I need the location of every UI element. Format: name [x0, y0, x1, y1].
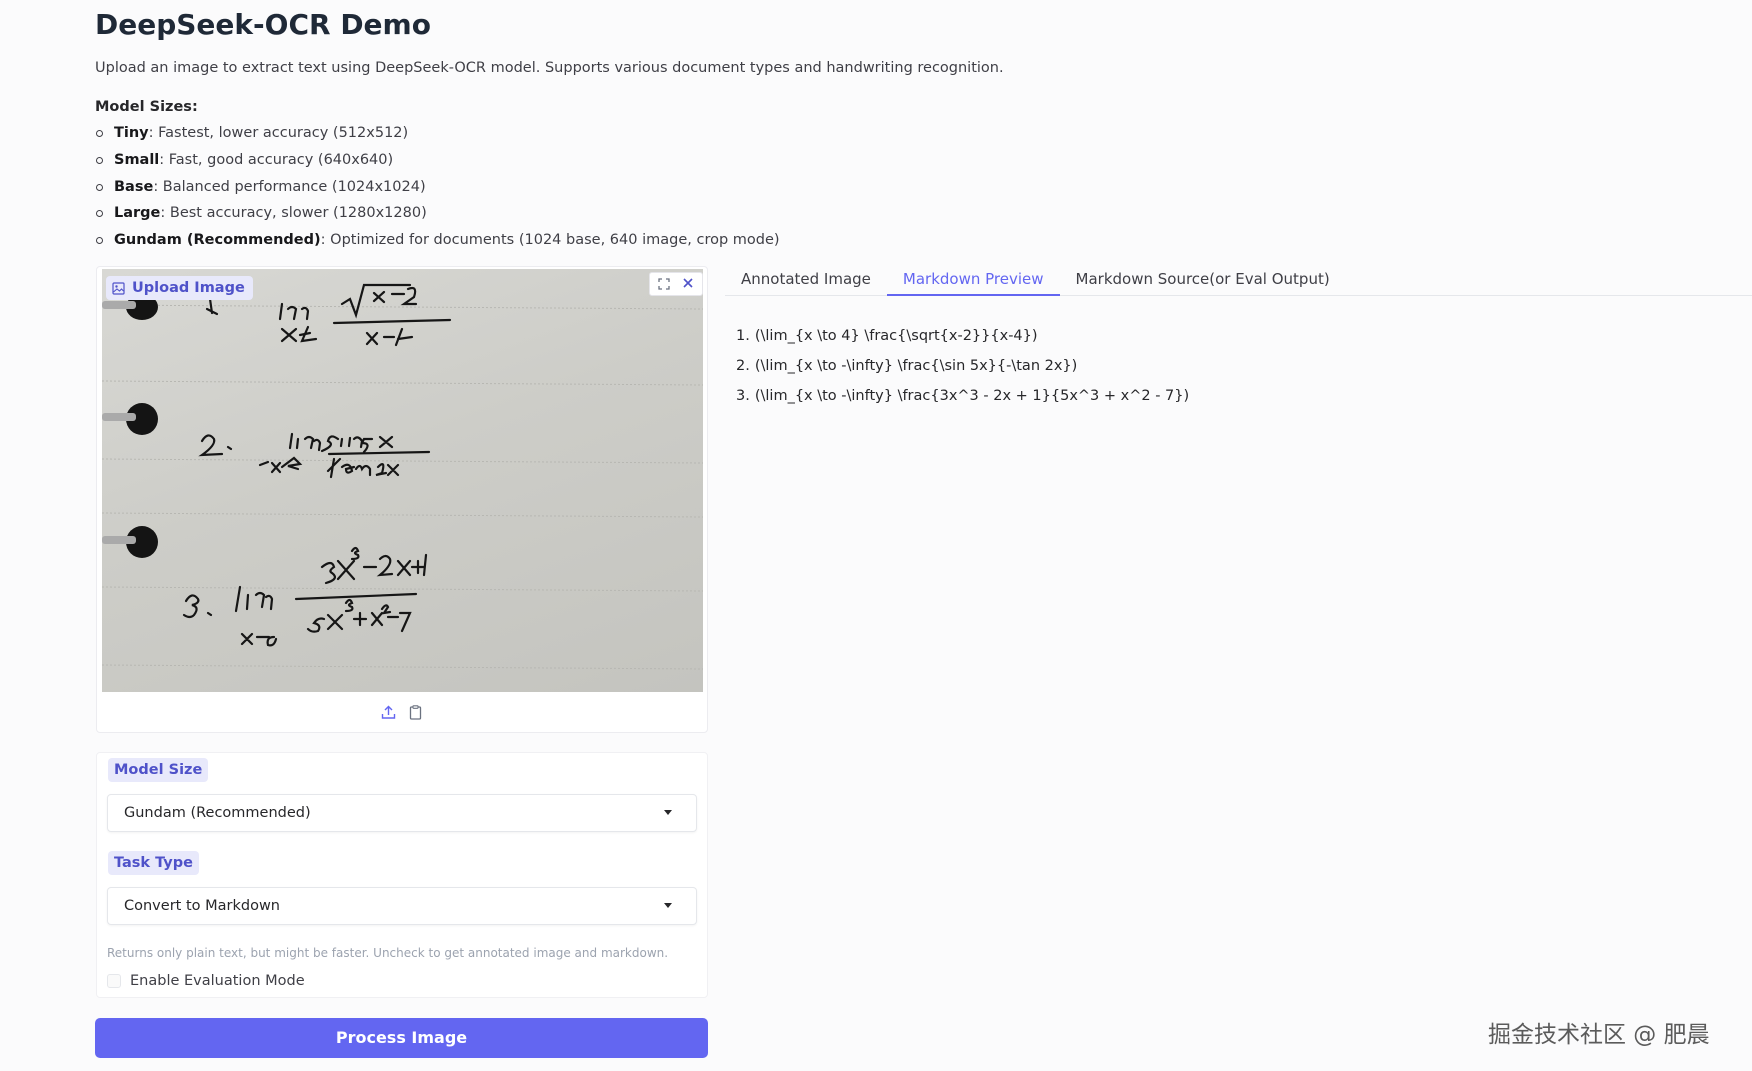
eval-mode-checkbox[interactable] [107, 974, 121, 988]
fullscreen-icon[interactable] [654, 275, 674, 293]
model-size-desc: : Best accuracy, slower (1280x1280) [160, 205, 427, 222]
bullet-icon [96, 237, 103, 245]
model-size-name: Small [114, 151, 160, 168]
model-size-item: Large: Best accuracy, slower (1280x1280) [95, 202, 780, 229]
model-size-item: Gundam (Recommended): Optimized for docu… [95, 229, 780, 256]
image-upload-panel[interactable]: Upload Image [96, 266, 708, 733]
upload-icon[interactable] [380, 704, 397, 721]
list-item: 2. (\lim_{x \to -\infty} \frac{\sin 5x}{-… [736, 355, 1189, 385]
uploaded-image-preview[interactable]: Upload Image [102, 269, 703, 692]
list-text: (\lim_{x \to -\infty} \frac{3x^3 - 2x + … [754, 388, 1190, 404]
bullet-icon [96, 130, 103, 137]
image-toolbar [649, 272, 703, 296]
list-item: 3. (\lim_{x \to -\infty} \frac{3x^3 - 2x … [736, 385, 1189, 415]
watermark: 掘金技术社区 @ 肥晨 [1488, 1022, 1710, 1048]
bullet-icon [96, 183, 103, 191]
upload-label-text: Upload Image [132, 280, 245, 296]
bullet-icon [96, 210, 103, 218]
task-type-select[interactable]: Convert to Markdown [107, 887, 697, 925]
eval-mode-hint: Returns only plain text, but might be fa… [107, 946, 669, 960]
close-icon[interactable] [678, 275, 698, 293]
dropdown-arrow-icon [664, 810, 672, 815]
model-size-desc: : Optimized for documents (1024 base, 64… [320, 232, 780, 249]
model-size-label: Model Size [108, 758, 209, 782]
model-size-item: Tiny: Fastest, lower accuracy (512x512) [95, 122, 780, 149]
model-size-item: Base: Balanced performance (1024x1024) [95, 176, 780, 203]
list-number: 2. [736, 358, 750, 374]
process-image-button[interactable]: Process Image [95, 1018, 708, 1058]
upload-image-label: Upload Image [106, 276, 253, 300]
eval-mode-label: Enable Evaluation Mode [130, 973, 305, 989]
dropdown-arrow-icon [664, 903, 672, 908]
tab-markdown-source[interactable]: Markdown Source(or Eval Output) [1060, 266, 1346, 296]
model-size-item: Small: Fast, good accuracy (640x640) [95, 149, 780, 176]
bullet-icon [96, 156, 103, 164]
page-description: Upload an image to extract text using De… [95, 60, 1004, 76]
model-sizes-list: Tiny: Fastest, lower accuracy (512x512) … [95, 122, 780, 256]
clipboard-icon[interactable] [407, 704, 424, 721]
image-icon [112, 281, 125, 295]
model-size-desc: : Balanced performance (1024x1024) [153, 178, 426, 195]
output-tabs: Annotated Image Markdown Preview Markdow… [725, 266, 1752, 296]
model-size-select[interactable]: Gundam (Recommended) [107, 794, 697, 832]
model-size-name: Gundam (Recommended) [114, 232, 321, 249]
model-size-name: Base [114, 178, 154, 195]
model-size-desc: : Fastest, lower accuracy (512x512) [148, 125, 409, 141]
list-text: (\lim_{x \to -\infty} \frac{\sin 5x}{-\t… [754, 358, 1078, 374]
list-number: 3. [736, 388, 750, 404]
model-size-name: Large [114, 205, 161, 222]
settings-panel: Model Size Gundam (Recommended) Task Typ… [96, 752, 708, 998]
tab-annotated-image[interactable]: Annotated Image [725, 266, 887, 296]
list-item: 1. (\lim_{x \to 4} \frac{\sqrt{x-2}}{x-4}… [736, 325, 1189, 355]
task-type-label: Task Type [108, 851, 199, 875]
markdown-preview: 1. (\lim_{x \to 4} \frac{\sqrt{x-2}}{x-4}… [736, 325, 1189, 415]
eval-mode-row[interactable]: Enable Evaluation Mode [107, 973, 305, 989]
list-text: (\lim_{x \to 4} \frac{\sqrt{x-2}}{x-4}) [754, 328, 1038, 344]
upload-actions [97, 697, 707, 727]
model-sizes-heading: Model Sizes: [95, 99, 198, 115]
model-size-value: Gundam (Recommended) [124, 805, 311, 821]
list-number: 1. [736, 328, 750, 344]
page-title: DeepSeek-OCR Demo [95, 8, 431, 41]
tab-markdown-preview[interactable]: Markdown Preview [886, 266, 1060, 296]
handwritten-math-photo [102, 283, 703, 670]
model-size-name: Tiny [114, 125, 149, 141]
task-type-value: Convert to Markdown [124, 898, 280, 914]
model-size-desc: : Fast, good accuracy (640x640) [159, 151, 394, 168]
